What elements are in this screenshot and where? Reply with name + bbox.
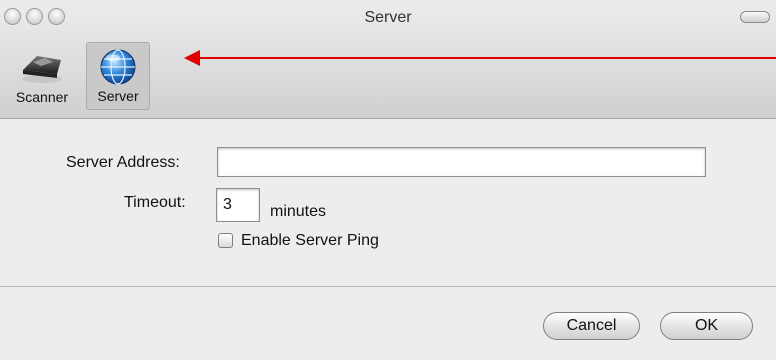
ok-button[interactable]: OK xyxy=(660,312,753,340)
titlebar-toolbar: Server Scanner Server xyxy=(0,0,776,119)
preferences-window: Server Scanner Server Server Address: Ti… xyxy=(0,0,776,360)
enable-server-ping-checkbox[interactable] xyxy=(218,233,233,248)
server-address-label: Server Address: xyxy=(66,154,180,171)
divider xyxy=(0,286,776,287)
toolbar-item-scanner-label: Scanner xyxy=(15,89,69,105)
enable-server-ping-label[interactable]: Enable Server Ping xyxy=(241,232,379,250)
toolbar-item-server[interactable]: Server xyxy=(86,42,150,110)
timeout-unit-label: minutes xyxy=(270,203,327,220)
annotation-arrow-line xyxy=(196,57,776,59)
toolbar-item-server-label: Server xyxy=(97,88,139,104)
scanner-icon xyxy=(22,56,62,83)
server-address-field[interactable] xyxy=(217,147,706,177)
toolbar-toggle-button[interactable] xyxy=(740,11,770,23)
globe-icon xyxy=(100,49,136,85)
window-title: Server xyxy=(364,9,412,26)
cancel-button[interactable]: Cancel xyxy=(543,312,640,340)
timeout-field[interactable]: 3 xyxy=(216,188,260,222)
annotation-arrow-head xyxy=(184,50,200,66)
timeout-label: Timeout: xyxy=(124,194,186,211)
toolbar-item-scanner[interactable]: Scanner xyxy=(4,42,80,110)
